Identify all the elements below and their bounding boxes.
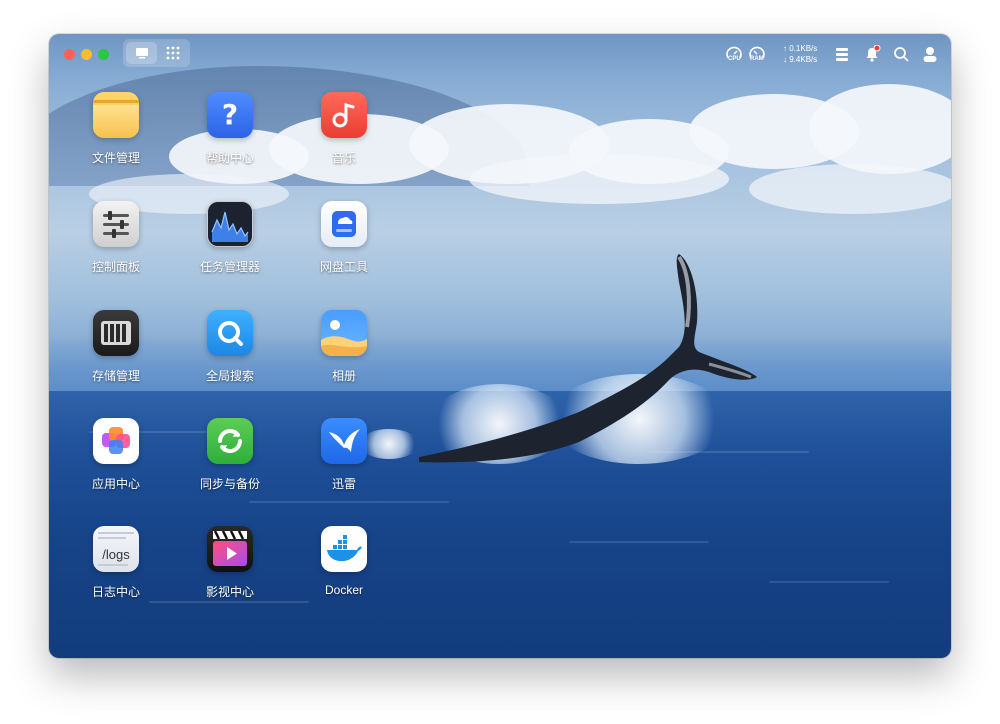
magnifier-icon (207, 310, 253, 356)
app-file-manager[interactable]: 文件管理 (61, 92, 171, 166)
app-control-panel[interactable]: 控制面板 (61, 201, 171, 275)
top-menu-bar: CPU RAM ↑ 0.1KB/s ↓ 9.4KB/s (49, 34, 951, 74)
music-note-icon (321, 92, 367, 138)
download-arrow-icon: ↓ (783, 55, 787, 64)
app-help-center[interactable]: ? 帮助中心 (175, 92, 285, 166)
maximize-window-button[interactable] (98, 49, 109, 60)
upload-arrow-icon: ↑ (783, 44, 787, 53)
app-label: 存储管理 (91, 369, 140, 383)
app-storage-manager[interactable]: 存储管理 (61, 310, 171, 384)
activity-graph-icon (207, 201, 253, 247)
app-log-center[interactable]: /logs 日志中心 (61, 526, 171, 600)
storage-list-icon[interactable] (833, 45, 851, 63)
photo-landscape-icon (321, 310, 367, 356)
app-music[interactable]: 音乐 (289, 92, 399, 166)
question-mark-icon: ? (207, 92, 253, 138)
logs-document-icon: /logs (93, 526, 139, 572)
sync-arrows-icon (207, 418, 253, 464)
app-app-center[interactable]: 应用中心 (61, 418, 171, 492)
close-window-button[interactable] (64, 49, 75, 60)
app-label: 迅雷 (331, 477, 356, 491)
app-cloud-drive-tool[interactable]: 网盘工具 (289, 201, 399, 275)
app-label: 网盘工具 (319, 260, 368, 274)
folder-icon (93, 92, 139, 138)
app-video-center[interactable]: 影视中心 (175, 526, 285, 600)
logs-tile-text: /logs (102, 547, 130, 562)
whale-tail-image (419, 254, 757, 463)
app-label: 任务管理器 (199, 260, 260, 274)
view-switcher (123, 39, 190, 67)
app-label: 帮助中心 (205, 151, 254, 165)
app-label: 相册 (331, 369, 356, 383)
app-label: 应用中心 (91, 477, 140, 491)
app-docker[interactable]: Docker (289, 526, 399, 597)
app-label: 全局搜索 (205, 369, 254, 383)
sliders-icon (93, 201, 139, 247)
search-icon[interactable] (892, 45, 910, 63)
cpu-label: CPU (728, 56, 741, 62)
clapperboard-icon (207, 526, 253, 572)
app-label: 音乐 (331, 151, 356, 165)
app-label: 日志中心 (91, 585, 140, 599)
minimize-window-button[interactable] (81, 49, 92, 60)
app-label: 文件管理 (91, 151, 140, 165)
docker-whale-icon (321, 526, 367, 572)
drive-bays-icon (93, 310, 139, 356)
network-speed: ↑ 0.1KB/s ↓ 9.4KB/s (783, 43, 817, 65)
desktop-window: CPU RAM ↑ 0.1KB/s ↓ 9.4KB/s 文件管理 ? 帮助中心 … (49, 34, 951, 658)
app-grid-icon[interactable] (166, 46, 180, 60)
app-center-icon (93, 418, 139, 464)
app-global-search[interactable]: 全局搜索 (175, 310, 285, 384)
app-sync-backup[interactable]: 同步与备份 (175, 418, 285, 492)
cloud-drive-icon (321, 201, 367, 247)
upload-speed: 0.1KB/s (789, 44, 818, 53)
desktop-view-button[interactable] (126, 42, 157, 64)
system-status-area: CPU RAM ↑ 0.1KB/s ↓ 9.4KB/s (691, 34, 951, 74)
bird-icon (321, 418, 367, 464)
user-account-icon[interactable] (921, 45, 939, 63)
app-xunlei[interactable]: 迅雷 (289, 418, 399, 492)
app-label: Docker (324, 583, 363, 597)
ram-label: RAM (750, 56, 764, 62)
app-label: 同步与备份 (199, 477, 260, 491)
app-label: 控制面板 (91, 260, 140, 274)
download-speed: 9.4KB/s (789, 55, 818, 64)
app-task-manager[interactable]: 任务管理器 (175, 201, 285, 275)
app-photo-album[interactable]: 相册 (289, 310, 399, 384)
monitor-icon (136, 48, 148, 59)
app-label: 影视中心 (205, 585, 254, 599)
notification-bell-icon[interactable] (863, 45, 881, 63)
